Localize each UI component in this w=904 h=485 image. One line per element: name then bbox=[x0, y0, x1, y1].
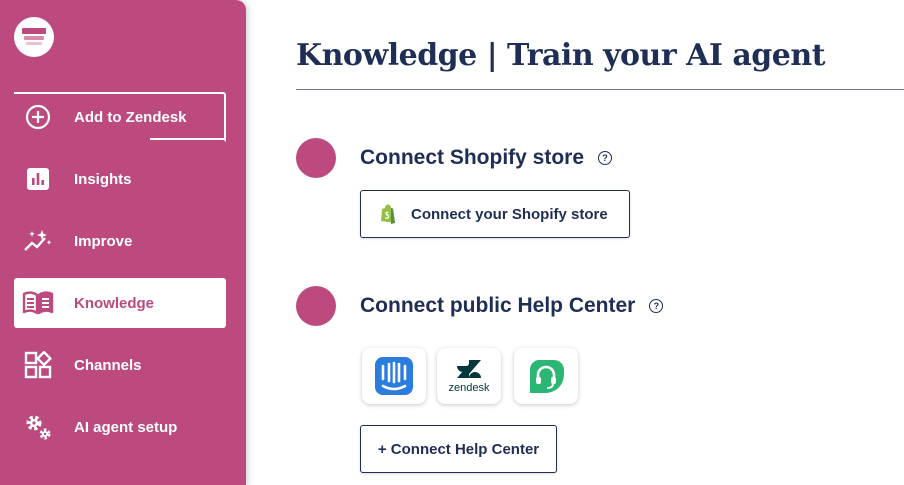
divider bbox=[296, 89, 904, 90]
sidebar-item-improve[interactable]: Improve bbox=[14, 216, 226, 266]
app-logo[interactable] bbox=[14, 17, 54, 57]
help-icon[interactable]: ? bbox=[649, 299, 664, 313]
headset-icon bbox=[526, 356, 566, 396]
sidebar-item-channels[interactable]: Channels bbox=[14, 340, 226, 390]
sidebar-item-label: AI agent setup bbox=[74, 418, 178, 436]
provider-tile-intercom[interactable] bbox=[362, 348, 426, 404]
connect-help-center-button[interactable]: + Connect Help Center bbox=[360, 425, 557, 473]
sidebar-item-label: Knowledge bbox=[74, 294, 155, 312]
step-indicator bbox=[296, 138, 336, 178]
sidebar-item-ai-agent-setup[interactable]: AI agent setup bbox=[14, 402, 226, 452]
grid-icon bbox=[14, 340, 62, 390]
plus-circle-icon bbox=[14, 92, 62, 142]
page-title: Knowledge | Train your AI agent bbox=[296, 38, 826, 73]
help-icon[interactable]: ? bbox=[598, 151, 613, 165]
zendesk-icon: zendesk bbox=[449, 358, 489, 394]
divider bbox=[150, 138, 226, 140]
connect-shopify-button[interactable]: Connect your Shopify store bbox=[360, 190, 630, 238]
book-icon bbox=[14, 278, 62, 328]
sidebar-item-knowledge[interactable]: Knowledge bbox=[14, 278, 226, 328]
intercom-icon bbox=[374, 356, 414, 396]
sparkle-icon bbox=[14, 216, 62, 266]
shopify-icon bbox=[379, 204, 397, 224]
section-title-text: Connect Shopify store bbox=[360, 146, 585, 169]
button-label: Connect your Shopify store bbox=[411, 205, 608, 223]
provider-tile-headset[interactable] bbox=[514, 348, 578, 404]
sidebar-item-label: Add to Zendesk bbox=[74, 108, 187, 126]
section-title-text: Connect public Help Center bbox=[360, 294, 636, 317]
sidebar: Add to Zendesk Insights Improve Knowledg… bbox=[0, 0, 246, 485]
sidebar-item-label: Insights bbox=[74, 170, 132, 188]
section-title-helpcenter: Connect public Help Center ? bbox=[360, 294, 664, 318]
sidebar-item-label: Improve bbox=[74, 232, 133, 250]
gears-icon bbox=[14, 402, 62, 452]
sidebar-item-add-to-zendesk[interactable]: Add to Zendesk bbox=[14, 92, 226, 142]
sidebar-item-insights[interactable]: Insights bbox=[14, 154, 226, 204]
bar-chart-icon bbox=[14, 154, 62, 204]
step-indicator bbox=[296, 286, 336, 326]
sidebar-item-label: Channels bbox=[74, 356, 142, 374]
provider-tile-zendesk[interactable]: zendesk bbox=[437, 348, 501, 404]
section-title-shopify: Connect Shopify store ? bbox=[360, 146, 613, 170]
